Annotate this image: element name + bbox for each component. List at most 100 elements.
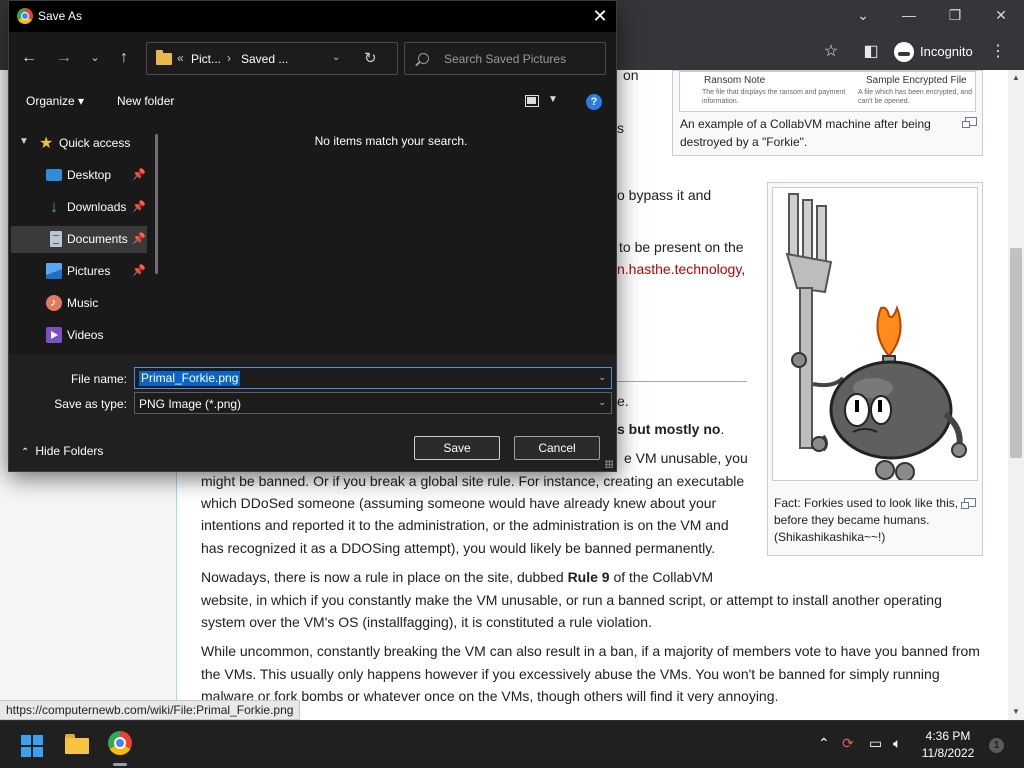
minimize-button[interactable]: — — [886, 4, 932, 28]
file-list-area[interactable]: No items match your search. — [166, 118, 616, 354]
hide-folders-button[interactable]: ⌃ Hide Folders — [21, 444, 103, 458]
text-fragment: e. — [617, 393, 629, 409]
nav-item-label: Videos — [67, 328, 104, 342]
tray-overflow-chevron-icon[interactable]: ⌃ — [818, 735, 830, 752]
nav-item-desktop[interactable]: Desktop 📌 — [9, 162, 147, 189]
back-arrow-icon[interactable]: ← — [17, 46, 41, 70]
text-fragment: e VM unusable, you — [624, 450, 748, 466]
address-dropdown-chevron-icon[interactable]: ⌄ — [332, 52, 340, 63]
tab-search-icon[interactable]: ⌄ — [840, 4, 886, 28]
chevron-up-icon: ⌃ — [21, 447, 30, 458]
nav-item-label: Desktop — [67, 168, 112, 182]
clock-time[interactable]: 4:36 PM — [916, 729, 980, 743]
help-icon[interactable]: ? — [586, 94, 602, 110]
pictures-icon — [46, 263, 62, 279]
thumbnail-image[interactable]: Ransom Note Sample Encrypted File The fi… — [679, 71, 976, 112]
scroll-up-arrow-icon[interactable]: ▲ — [1008, 70, 1024, 86]
image-label: Sample Encrypted File — [866, 75, 967, 86]
paragraph-line: which DDoSed someone (assuming someone w… — [201, 495, 717, 511]
forkie-image[interactable] — [772, 187, 978, 481]
side-panel-icon[interactable]: ◧ — [859, 40, 883, 64]
chevron-down-icon[interactable]: ⌄ — [598, 372, 606, 383]
thumbnail-forkie: Fact: Forkies used to look like this, be… — [767, 182, 983, 556]
image-sublabel: A file which has been encrypted, and can… — [858, 89, 973, 105]
windows-start-icon[interactable] — [21, 735, 43, 757]
volume-icon[interactable]: 🔈︎ — [893, 735, 901, 752]
organize-button[interactable]: Organize ▾ — [26, 94, 84, 108]
chevron-down-icon[interactable]: ⌄ — [598, 397, 606, 408]
pin-icon: 📌 — [132, 265, 146, 277]
scroll-down-arrow-icon[interactable]: ▼ — [1008, 704, 1024, 720]
refresh-icon[interactable]: ↻ — [364, 49, 377, 67]
address-bar[interactable]: « Pict... › Saved ... ⌄ ↻ — [146, 42, 398, 75]
nav-item-downloads[interactable]: ↓ Downloads 📌 — [9, 194, 147, 221]
page-scrollbar[interactable]: ▲ ▼ — [1008, 70, 1024, 720]
image-label: Ransom Note — [704, 75, 766, 86]
scroll-thumb[interactable] — [1010, 248, 1022, 458]
save-as-type-value: PNG Image (*.png) — [139, 397, 242, 411]
forward-arrow-icon[interactable]: → — [52, 46, 76, 70]
search-box[interactable] — [404, 42, 606, 75]
new-folder-button[interactable]: New folder — [117, 94, 174, 108]
chevron-down-icon[interactable]: ▼ — [19, 136, 29, 147]
nav-item-label: Pictures — [67, 264, 111, 278]
recent-locations-chevron-icon[interactable]: ⌄ — [83, 46, 107, 70]
notification-badge[interactable]: 1 — [989, 738, 1004, 753]
thumbnail-caption: An example of a CollabVM machine after b… — [680, 117, 931, 149]
update-sync-icon[interactable]: ⟳ — [842, 735, 854, 752]
file-name-label: File name: — [70, 372, 127, 386]
incognito-icon — [894, 42, 914, 62]
file-name-field[interactable]: Primal_Forkie.png ⌄ — [134, 367, 612, 389]
nav-item-pictures[interactable]: Pictures 📌 — [9, 258, 147, 285]
enlarge-icon[interactable] — [961, 498, 976, 509]
text-fragment-link: n.hasthe.technology, — [617, 261, 746, 277]
view-dropdown-chevron-icon[interactable]: ▼ — [548, 94, 558, 105]
restore-button[interactable]: ❐ — [932, 4, 978, 28]
menu-kebab-icon[interactable]: ⋮ — [986, 40, 1010, 64]
dialog-close-button[interactable]: ✕ — [587, 4, 613, 28]
text-fragment: s — [617, 120, 624, 136]
dialog-titlebar[interactable]: Save As ✕ — [9, 1, 616, 32]
taskbar: ⌃ ⟳ ▭ 🔈︎ 4:36 PM 11/8/2022 1 — [0, 720, 1024, 768]
paragraph-line: Nowadays, there is now a rule in place o… — [201, 569, 714, 585]
star-icon: ★ — [39, 135, 54, 152]
navigation-pane: ▼ ★ Quick access Desktop 📌 ↓ Downloads 📌… — [9, 118, 166, 376]
incognito-label: Incognito — [920, 44, 973, 59]
up-arrow-icon[interactable]: ↑ — [112, 46, 136, 70]
dialog-title: Save As — [38, 9, 83, 23]
save-as-type-select[interactable]: PNG Image (*.png) ⌄ — [134, 392, 612, 414]
nav-item-documents[interactable]: Documents 📌 — [11, 226, 147, 253]
incognito-badge[interactable]: Incognito — [892, 40, 980, 64]
breadcrumb-overflow[interactable]: « — [177, 51, 184, 65]
red-link[interactable]: n.hasthe.technology — [617, 261, 741, 277]
network-icon[interactable]: ▭ — [869, 735, 882, 752]
file-explorer-icon[interactable] — [65, 734, 89, 754]
download-arrow-icon: ↓ — [49, 197, 59, 216]
cancel-button[interactable]: Cancel — [514, 436, 600, 460]
music-icon — [46, 295, 62, 311]
enlarge-icon[interactable] — [962, 117, 977, 128]
dialog-navigation-bar: ← → ⌄ ↑ « Pict... › Saved ... ⌄ ↻ — [9, 32, 616, 84]
nav-item-quick-access[interactable]: ▼ ★ Quick access — [9, 130, 147, 157]
nav-item-videos[interactable]: Videos — [9, 322, 147, 349]
clock-date[interactable]: 11/8/2022 — [916, 746, 980, 760]
file-name-input[interactable]: Primal_Forkie.png — [139, 371, 241, 386]
view-toggle-icon[interactable] — [525, 95, 539, 107]
save-button[interactable]: Save — [414, 436, 500, 460]
close-window-button[interactable]: ✕ — [978, 4, 1024, 28]
paragraph-line: system over the VM's OS (installfagging)… — [201, 614, 652, 630]
paragraph-line: the VMs. This usually only happens howev… — [201, 666, 940, 682]
nav-item-label: Documents — [67, 232, 128, 246]
navpane-scrollbar[interactable] — [155, 134, 158, 274]
breadcrumb-saved-pictures[interactable]: Saved ... — [241, 52, 288, 66]
chrome-taskbar-icon[interactable] — [108, 731, 132, 755]
breadcrumb-separator[interactable]: › — [227, 51, 231, 65]
nav-item-music[interactable]: Music — [9, 290, 147, 317]
status-bar-url: https://computernewb.com/wiki/File:Prima… — [0, 700, 301, 720]
bookmark-star-icon[interactable]: ☆ — [819, 40, 843, 64]
resize-grip-icon[interactable] — [605, 460, 613, 468]
nav-item-label: Downloads — [67, 200, 127, 214]
save-as-type-label: Save as type: — [54, 397, 127, 411]
search-input[interactable] — [444, 50, 599, 68]
breadcrumb-pictures[interactable]: Pict... — [191, 52, 221, 66]
